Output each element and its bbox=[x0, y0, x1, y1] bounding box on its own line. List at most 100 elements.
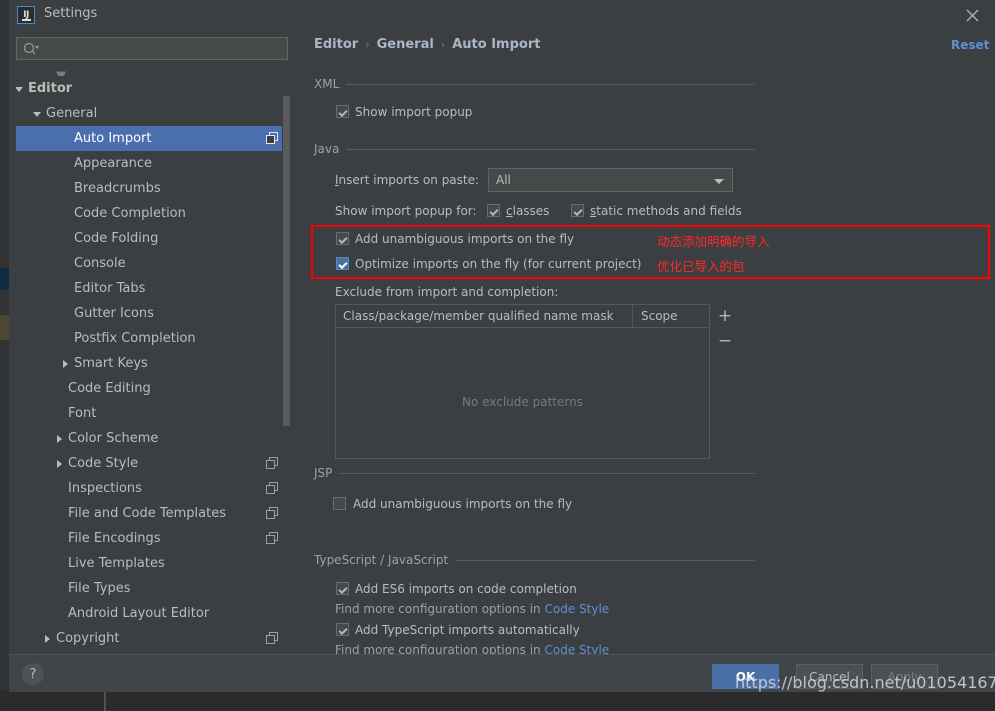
copy-settings-icon[interactable] bbox=[266, 457, 278, 473]
group-header-java: Java bbox=[314, 142, 755, 156]
label-xml-show-import-popup[interactable]: Show import popup bbox=[355, 105, 472, 119]
sidebar-item-breadcrumbs[interactable]: Breadcrumbs bbox=[16, 176, 288, 201]
copy-settings-icon[interactable] bbox=[266, 632, 278, 648]
sidebar-item-appearance[interactable]: Appearance bbox=[16, 151, 288, 176]
label-add-typescript-imports[interactable]: Add TypeScript imports automatically bbox=[355, 623, 580, 637]
sidebar-item-file-types[interactable]: File Types bbox=[16, 576, 288, 601]
apply-button[interactable]: Apply bbox=[871, 664, 938, 689]
sidebar-item-smart-keys[interactable]: Smart Keys bbox=[16, 351, 288, 376]
help-button[interactable]: ? bbox=[22, 663, 44, 685]
sidebar-item-color-scheme[interactable]: Color Scheme bbox=[16, 426, 288, 451]
hint-es6-code-style: Find more configuration options in Code … bbox=[335, 602, 609, 616]
reset-link[interactable]: Reset bbox=[951, 38, 989, 52]
sidebar-item-label: Smart Keys bbox=[74, 356, 148, 371]
label-add-es6-imports[interactable]: Add ES6 imports on code completion bbox=[355, 582, 577, 596]
checkbox-add-es6-imports[interactable] bbox=[336, 582, 349, 595]
chevron-down-icon[interactable] bbox=[16, 83, 24, 93]
dialog-title: Settings bbox=[44, 6, 98, 21]
sidebar-item-file-encodings[interactable]: File Encodings bbox=[16, 526, 288, 551]
sidebar-scrollbar-thumb[interactable] bbox=[283, 96, 290, 426]
ide-status-bar-divider bbox=[104, 690, 106, 711]
sidebar-item-inspections[interactable]: Inspections bbox=[16, 476, 288, 501]
sidebar-item-label: Gutter Icons bbox=[74, 306, 154, 321]
checkbox-optimize-imports-on-the-fly[interactable] bbox=[336, 257, 349, 270]
checkbox-add-typescript-imports[interactable] bbox=[336, 623, 349, 636]
remove-exclude-pattern-button[interactable]: − bbox=[715, 331, 735, 351]
exclude-patterns-table[interactable]: Class/package/member qualified name mask… bbox=[335, 304, 710, 459]
combo-insert-imports-on-paste[interactable]: All bbox=[488, 168, 733, 192]
sidebar-item-gutter-icons[interactable]: Gutter Icons bbox=[16, 301, 288, 326]
sidebar-item-label: Code Folding bbox=[74, 231, 159, 246]
sidebar-item-general[interactable]: General bbox=[16, 101, 288, 126]
sidebar-item-code-editing[interactable]: Code Editing bbox=[16, 376, 288, 401]
cancel-button[interactable]: Cancel bbox=[796, 664, 863, 689]
chevron-right-icon[interactable] bbox=[54, 433, 64, 443]
breadcrumb-item-general[interactable]: General bbox=[377, 37, 434, 52]
group-title-java: Java bbox=[314, 142, 340, 156]
chevron-right-icon[interactable] bbox=[54, 458, 64, 468]
checkbox-popup-static-methods[interactable] bbox=[571, 204, 584, 217]
label-popup-classes[interactable]: classes bbox=[506, 204, 549, 218]
sidebar-item-editor-tabs[interactable]: Editor Tabs bbox=[16, 276, 288, 301]
sidebar-item-editor[interactable]: Editor bbox=[16, 76, 288, 101]
settings-content-pane: Editor › General › Auto Import Reset XML… bbox=[295, 30, 995, 657]
sidebar-item-code-completion[interactable]: Code Completion bbox=[16, 201, 288, 226]
sidebar-item-file-and-code-templates[interactable]: File and Code Templates bbox=[16, 501, 288, 526]
breadcrumb-item-editor[interactable]: Editor bbox=[314, 37, 358, 52]
sidebar-item-auto-import[interactable]: Auto Import bbox=[16, 126, 288, 151]
copy-settings-icon[interactable] bbox=[266, 132, 278, 148]
copy-settings-icon[interactable] bbox=[266, 532, 278, 548]
label-text: tatic methods and fields bbox=[596, 204, 742, 218]
checkbox-add-unambiguous-imports-jsp[interactable] bbox=[333, 497, 346, 510]
sidebar-item-label: Android Layout Editor bbox=[68, 606, 210, 621]
settings-search-box[interactable] bbox=[16, 37, 288, 61]
sidebar-item-label: General bbox=[46, 106, 98, 121]
table-column-separator[interactable] bbox=[632, 305, 633, 327]
table-header-mask[interactable]: Class/package/member qualified name mask bbox=[343, 309, 614, 323]
label-text: nsert imports on paste: bbox=[338, 173, 480, 187]
sidebar-item-label: Live Templates bbox=[68, 556, 165, 571]
table-header-scope[interactable]: Scope bbox=[641, 309, 678, 323]
label-add-unambiguous-imports-java[interactable]: Add unambiguous imports on the fly bbox=[355, 232, 574, 246]
sidebar-item-label: Postfix Completion bbox=[74, 331, 196, 346]
ide-status-bar-background bbox=[0, 690, 995, 711]
sidebar-item-console[interactable]: Console bbox=[16, 251, 288, 276]
chevron-right-icon[interactable] bbox=[60, 358, 70, 368]
intellij-logo-icon: IJ bbox=[17, 6, 35, 24]
sidebar-item-android-layout-editor[interactable]: Android Layout Editor bbox=[16, 601, 288, 626]
copy-settings-icon[interactable] bbox=[266, 507, 278, 523]
chevron-down-icon[interactable] bbox=[32, 108, 42, 118]
sidebar-item-label: Code Style bbox=[68, 456, 139, 471]
sidebar-item-label: File and Code Templates bbox=[68, 506, 226, 521]
label-text: lasses bbox=[512, 204, 550, 218]
sidebar-item-postfix-completion[interactable]: Postfix Completion bbox=[16, 326, 288, 351]
settings-tree[interactable]: ▼ Editor General Auto Import Appearance Brea… bbox=[16, 64, 288, 654]
group-header-typescript: TypeScript / JavaScript bbox=[314, 553, 755, 567]
group-rule bbox=[339, 472, 755, 474]
label-popup-static-methods[interactable]: static methods and fields bbox=[590, 204, 742, 218]
label-optimize-imports-on-the-fly[interactable]: Optimize imports on the fly (for current… bbox=[355, 257, 641, 271]
add-exclude-pattern-button[interactable]: + bbox=[715, 306, 735, 326]
settings-dialog: IJ Settings Editor General Auto Import A… bbox=[9, 0, 995, 692]
group-rule bbox=[346, 148, 755, 150]
chevron-right-icon[interactable] bbox=[42, 633, 52, 643]
copy-settings-icon[interactable] bbox=[266, 482, 278, 498]
sidebar-item-font[interactable]: Font bbox=[16, 401, 288, 426]
table-empty-message: No exclude patterns bbox=[462, 395, 583, 409]
label-add-unambiguous-imports-jsp[interactable]: Add unambiguous imports on the fly bbox=[353, 497, 572, 511]
sidebar-item-code-style[interactable]: Code Style bbox=[16, 451, 288, 476]
link-code-style-es6[interactable]: Code Style bbox=[544, 602, 609, 616]
sidebar-item-code-folding[interactable]: Code Folding bbox=[16, 226, 288, 251]
checkbox-popup-classes[interactable] bbox=[487, 204, 500, 217]
checkbox-xml-show-import-popup[interactable] bbox=[336, 105, 349, 118]
chevron-down-icon bbox=[714, 179, 724, 184]
sidebar-item-live-templates[interactable]: Live Templates bbox=[16, 551, 288, 576]
sidebar-item-copyright[interactable]: Copyright bbox=[16, 626, 288, 651]
sidebar-item-label: File Encodings bbox=[68, 531, 161, 546]
sidebar-item-label: Code Completion bbox=[74, 206, 186, 221]
checkbox-add-unambiguous-imports-java[interactable] bbox=[336, 232, 349, 245]
breadcrumb-item-auto-import: Auto Import bbox=[452, 37, 541, 52]
search-input[interactable] bbox=[45, 38, 287, 61]
close-icon[interactable] bbox=[953, 2, 991, 28]
ok-button[interactable]: OK bbox=[712, 664, 779, 689]
